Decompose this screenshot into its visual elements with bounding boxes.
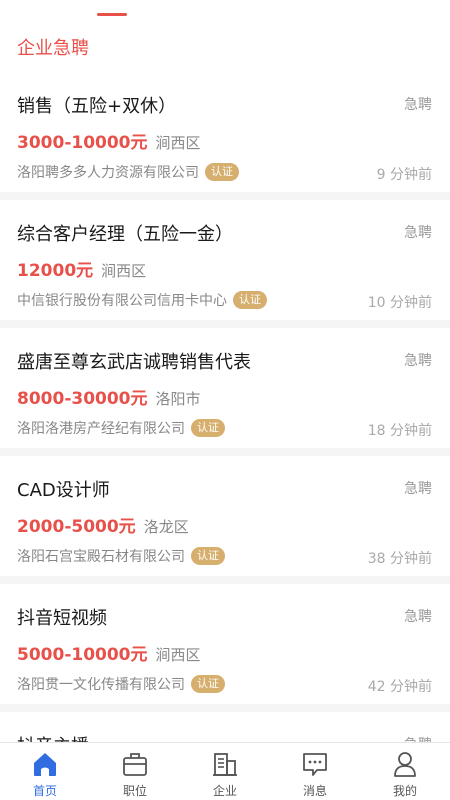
company-name: 洛阳贯一文化传播有限公司: [17, 677, 185, 693]
job-card[interactable]: 综合客户经理（五险一金） 急聘 12000元 涧西区 中信银行股份有限公司信用卡中…: [0, 200, 450, 320]
post-time: 42 分钟前: [367, 679, 432, 695]
urgent-tag: 急聘: [404, 734, 432, 742]
salary-value: 8000-30000元: [17, 389, 148, 409]
building-icon: [213, 753, 237, 776]
job-card[interactable]: 盛唐至尊玄武店诚聘销售代表 急聘 8000-30000元 洛阳市 洛阳洛港房产经纪…: [0, 328, 450, 448]
post-time: 18 分钟前: [367, 423, 432, 439]
district: 洛阳市: [155, 390, 201, 408]
job-list[interactable]: 销售（五险+双休） 急聘 3000-10000元 涧西区 洛阳聘多多人力资源有限公…: [0, 72, 450, 742]
salary: 8000-30000元 洛阳市: [17, 384, 201, 409]
bottom-tab-bar: 首页 职位 企业 消息 我的: [0, 742, 450, 800]
company-name: 洛阳洛港房产经纪有限公司: [17, 421, 185, 437]
tab-companies[interactable]: 企业: [180, 743, 270, 800]
post-time: 9 分钟前: [376, 167, 432, 183]
tab-label: 首页: [32, 784, 57, 798]
job-card[interactable]: 销售（五险+双休） 急聘 3000-10000元 涧西区 洛阳聘多多人力资源有限公…: [0, 72, 450, 192]
district: 洛龙区: [143, 518, 189, 536]
tab-label: 我的: [392, 784, 417, 798]
urgent-tag: 急聘: [404, 609, 432, 625]
tab-profile[interactable]: 我的: [360, 743, 450, 800]
salary: 5000-10000元 涧西区: [17, 640, 201, 665]
company-name: 中信银行股份有限公司信用卡中心: [17, 293, 227, 309]
verified-badge: 认证: [191, 547, 225, 565]
job-title: CAD设计师: [17, 480, 110, 501]
urgent-tag: 急聘: [404, 353, 432, 369]
verified-badge: 认证: [233, 291, 267, 309]
salary-value: 12000元: [17, 261, 94, 281]
post-time: 10 分钟前: [367, 295, 432, 311]
salary: 2000-5000元 洛龙区: [17, 512, 189, 537]
job-card[interactable]: CAD设计师 急聘 2000-5000元 洛龙区 洛阳石宫宝殿石材有限公司 认证 …: [0, 456, 450, 576]
job-title: 综合客户经理（五险一金）: [17, 224, 233, 245]
job-title: 销售（五险+双休）: [17, 96, 177, 117]
active-tab-indicator: [97, 13, 127, 16]
tab-label: 企业: [212, 784, 237, 798]
company-row: 洛阳石宫宝殿石材有限公司 认证: [17, 546, 225, 566]
urgent-tag: 急聘: [404, 225, 432, 241]
salary: 12000元 涧西区: [17, 256, 146, 281]
salary-value: 5000-10000元: [17, 645, 148, 665]
tab-home[interactable]: 首页: [0, 743, 90, 800]
district: 涧西区: [155, 134, 201, 152]
tab-label: 消息: [302, 784, 327, 798]
tab-label: 职位: [122, 784, 147, 798]
company-row: 洛阳洛港房产经纪有限公司 认证: [17, 418, 225, 438]
salary-value: 2000-5000元: [17, 517, 136, 537]
company-row: 中信银行股份有限公司信用卡中心 认证: [17, 290, 267, 310]
briefcase-icon: [123, 753, 147, 776]
job-title: 盛唐至尊玄武店诚聘销售代表: [17, 352, 251, 373]
company-name: 洛阳聘多多人力资源有限公司: [17, 165, 199, 181]
company-name: 洛阳石宫宝殿石材有限公司: [17, 549, 185, 565]
profile-icon: [394, 752, 416, 777]
district: 涧西区: [155, 646, 201, 664]
urgent-tag: 急聘: [404, 97, 432, 113]
verified-badge: 认证: [191, 675, 225, 693]
verified-badge: 认证: [205, 163, 239, 181]
urgent-tag: 急聘: [404, 481, 432, 497]
salary-value: 3000-10000元: [17, 133, 148, 153]
company-row: 洛阳聘多多人力资源有限公司 认证: [17, 162, 239, 182]
tab-messages[interactable]: 消息: [270, 743, 360, 800]
section-title: 企业急聘: [17, 38, 89, 59]
company-row: 洛阳贯一文化传播有限公司 认证: [17, 674, 225, 694]
home-icon: [34, 753, 56, 776]
salary: 3000-10000元 涧西区: [17, 128, 201, 153]
district: 涧西区: [101, 262, 147, 280]
job-card[interactable]: 抖音短视频 急聘 5000-10000元 涧西区 洛阳贯一文化传播有限公司 认证 …: [0, 584, 450, 704]
verified-badge: 认证: [191, 419, 225, 437]
job-title: 抖音主播: [17, 732, 89, 742]
header: 企业急聘: [0, 0, 450, 72]
job-title: 抖音短视频: [17, 608, 107, 629]
message-icon: [303, 753, 327, 776]
job-card[interactable]: 抖音主播 急聘: [0, 712, 450, 742]
tab-jobs[interactable]: 职位: [90, 743, 180, 800]
post-time: 38 分钟前: [367, 551, 432, 567]
